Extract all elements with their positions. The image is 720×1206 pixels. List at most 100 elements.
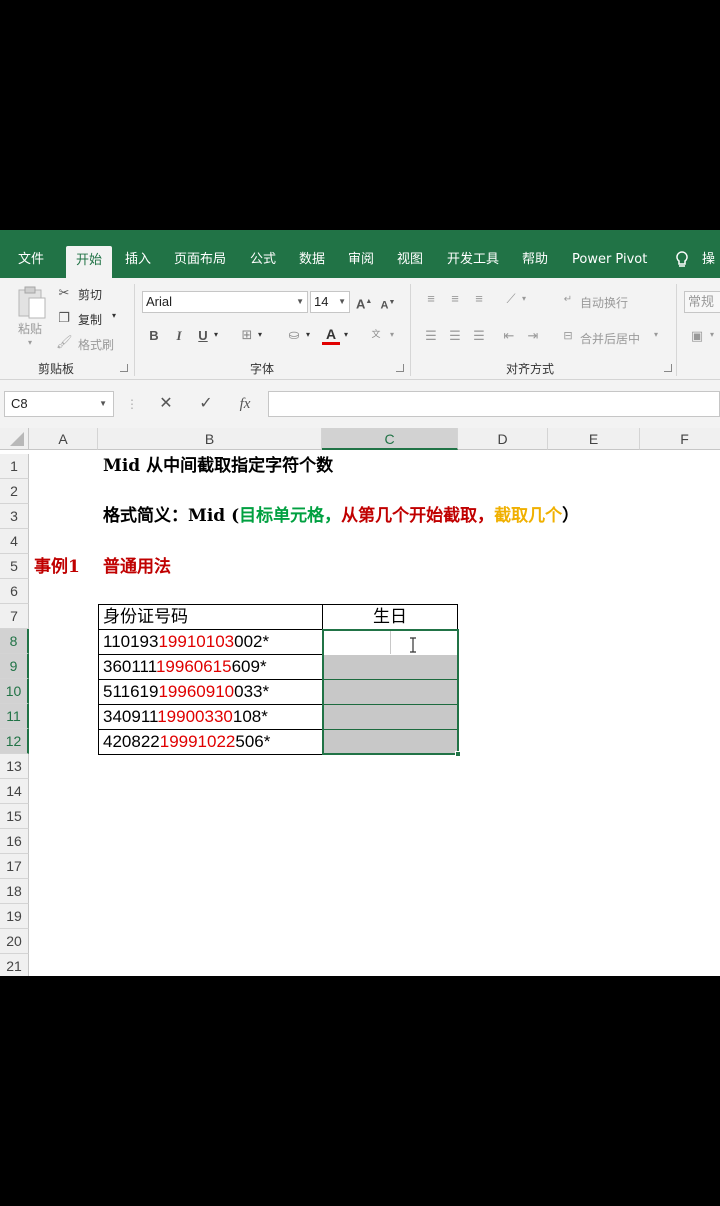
row-header-19[interactable]: 19 — [0, 904, 29, 929]
phonetic-icon[interactable]: 文 — [366, 326, 386, 342]
row-header-13[interactable]: 13 — [0, 754, 29, 779]
tab-power-pivot[interactable]: Power Pivot — [572, 242, 647, 278]
column-header-c[interactable]: C — [322, 428, 458, 450]
row-header-20[interactable]: 20 — [0, 929, 29, 954]
merge-center-button[interactable]: 合并后居中 — [580, 330, 640, 347]
row-header-7[interactable]: 7 — [0, 604, 29, 629]
font-name-select[interactable]: Arial ▼ — [142, 291, 308, 313]
paste-button[interactable]: 粘贴 — [18, 320, 42, 337]
tab-data[interactable]: 数据 — [299, 242, 325, 278]
tab-view[interactable]: 视图 — [397, 242, 423, 278]
insert-function-icon[interactable]: fx — [234, 393, 256, 415]
cut-button[interactable]: 剪切 — [78, 286, 102, 303]
copy-button[interactable]: 复制 — [78, 311, 102, 328]
select-all-corner[interactable] — [0, 428, 29, 450]
cell-b10[interactable]: 51161919960910033* — [103, 681, 269, 703]
column-header-e[interactable]: E — [548, 428, 640, 450]
cell-c8[interactable] — [324, 631, 456, 653]
increase-font-icon[interactable]: A▲ — [356, 294, 372, 312]
increase-indent-icon[interactable]: ⇥ — [524, 328, 542, 344]
row-header-3[interactable]: 3 — [0, 504, 29, 529]
fill-color-icon[interactable]: ⛀ — [285, 327, 303, 343]
row-header-8[interactable]: 8 — [0, 629, 29, 654]
row-header-15[interactable]: 15 — [0, 804, 29, 829]
tab-developer[interactable]: 开发工具 — [447, 242, 499, 278]
font-size-select[interactable]: 14 ▼ — [310, 291, 350, 313]
cell-b3[interactable]: 格式简义：Mid (目标单元格，从第几个开始截取，截取几个） — [103, 505, 579, 527]
bold-button[interactable]: B — [146, 328, 162, 344]
phonetic-dropdown-caret[interactable]: ▾ — [390, 330, 394, 339]
column-header-b[interactable]: B — [98, 428, 322, 450]
align-top-icon[interactable]: ≡ — [422, 291, 440, 307]
borders-icon[interactable]: ⊞ — [238, 327, 256, 343]
tab-insert[interactable]: 插入 — [125, 242, 151, 278]
cell-a5[interactable]: 事例1 — [34, 556, 80, 578]
paste-dropdown-caret[interactable]: ▾ — [28, 338, 32, 347]
cell-b1[interactable]: Mid 从中间截取指定字符个数 — [103, 455, 333, 477]
cell-b7[interactable]: 身份证号码 — [103, 606, 188, 628]
currency-dropdown-caret[interactable]: ▾ — [710, 330, 714, 339]
clipboard-launcher-icon[interactable] — [120, 364, 128, 372]
cell-b8[interactable]: 11019319910103002* — [103, 631, 269, 653]
row-header-11[interactable]: 11 — [0, 704, 29, 729]
row-header-14[interactable]: 14 — [0, 779, 29, 804]
align-bottom-icon[interactable]: ≡ — [470, 291, 488, 307]
decrease-indent-icon[interactable]: ⇤ — [500, 328, 518, 344]
borders-dropdown-caret[interactable]: ▾ — [258, 330, 262, 339]
row-header-4[interactable]: 4 — [0, 529, 29, 554]
chevron-down-icon[interactable]: ▼ — [99, 392, 107, 416]
underline-button[interactable]: U — [195, 328, 211, 344]
number-format-select[interactable]: 常规 — [684, 291, 720, 313]
row-header-6[interactable]: 6 — [0, 579, 29, 604]
format-painter-button[interactable]: 格式刷 — [78, 336, 114, 353]
font-color-dropdown-caret[interactable]: ▾ — [344, 330, 348, 339]
row-header-17[interactable]: 17 — [0, 854, 29, 879]
column-header-d[interactable]: D — [458, 428, 548, 450]
cell-b12[interactable]: 42082219991022506* — [103, 731, 270, 753]
row-header-2[interactable]: 2 — [0, 479, 29, 504]
column-header-f[interactable]: F — [640, 428, 720, 450]
enter-icon[interactable]: ✓ — [196, 393, 216, 415]
currency-icon[interactable]: ▣ — [688, 328, 706, 344]
paste-icon[interactable] — [14, 284, 48, 320]
row-header-5[interactable]: 5 — [0, 554, 29, 579]
align-right-icon[interactable]: ☰ — [470, 328, 488, 344]
formula-input[interactable] — [268, 391, 720, 417]
tab-home[interactable]: 开始 — [66, 246, 113, 278]
tab-help[interactable]: 帮助 — [522, 242, 548, 278]
row-header-10[interactable]: 10 — [0, 679, 29, 704]
italic-button[interactable]: I — [172, 328, 186, 344]
formula-bar-grip[interactable]: ⋮ — [126, 396, 138, 412]
row-header-18[interactable]: 18 — [0, 879, 29, 904]
tab-file[interactable]: 文件 — [18, 242, 44, 278]
cell-b9[interactable]: 36011119960615609* — [103, 656, 267, 678]
align-left-icon[interactable]: ☰ — [422, 328, 440, 344]
tab-page-layout[interactable]: 页面布局 — [174, 242, 226, 278]
fill-color-dropdown-caret[interactable]: ▾ — [306, 330, 310, 339]
font-launcher-icon[interactable] — [396, 364, 404, 372]
row-header-16[interactable]: 16 — [0, 829, 29, 854]
copy-dropdown-caret[interactable]: ▾ — [112, 311, 116, 320]
font-color-button[interactable]: A — [322, 326, 340, 348]
cell-b5[interactable]: 普通用法 — [103, 556, 171, 578]
cancel-icon[interactable]: ✕ — [156, 393, 176, 415]
row-header-21[interactable]: 21 — [0, 954, 29, 976]
underline-dropdown-caret[interactable]: ▾ — [214, 330, 218, 339]
alignment-launcher-icon[interactable] — [664, 364, 672, 372]
row-header-1[interactable]: 1 — [0, 454, 29, 479]
column-header-a[interactable]: A — [29, 428, 98, 450]
align-middle-icon[interactable]: ≡ — [446, 291, 464, 307]
cell-b11[interactable]: 34091119900330108* — [103, 706, 268, 728]
lightbulb-icon[interactable] — [674, 242, 690, 278]
orientation-dropdown-caret[interactable]: ▾ — [522, 294, 526, 303]
row-header-9[interactable]: 9 — [0, 654, 29, 679]
tab-tell-me[interactable]: 操 — [702, 242, 715, 278]
align-center-icon[interactable]: ☰ — [446, 328, 464, 344]
merge-dropdown-caret[interactable]: ▾ — [654, 330, 658, 339]
fill-handle[interactable] — [455, 751, 461, 757]
wrap-text-button[interactable]: 自动换行 — [580, 294, 628, 311]
orientation-icon[interactable]: ⟋ — [502, 291, 520, 307]
tab-formulas[interactable]: 公式 — [250, 242, 276, 278]
row-header-12[interactable]: 12 — [0, 729, 29, 754]
name-box[interactable]: C8 ▼ — [4, 391, 114, 417]
